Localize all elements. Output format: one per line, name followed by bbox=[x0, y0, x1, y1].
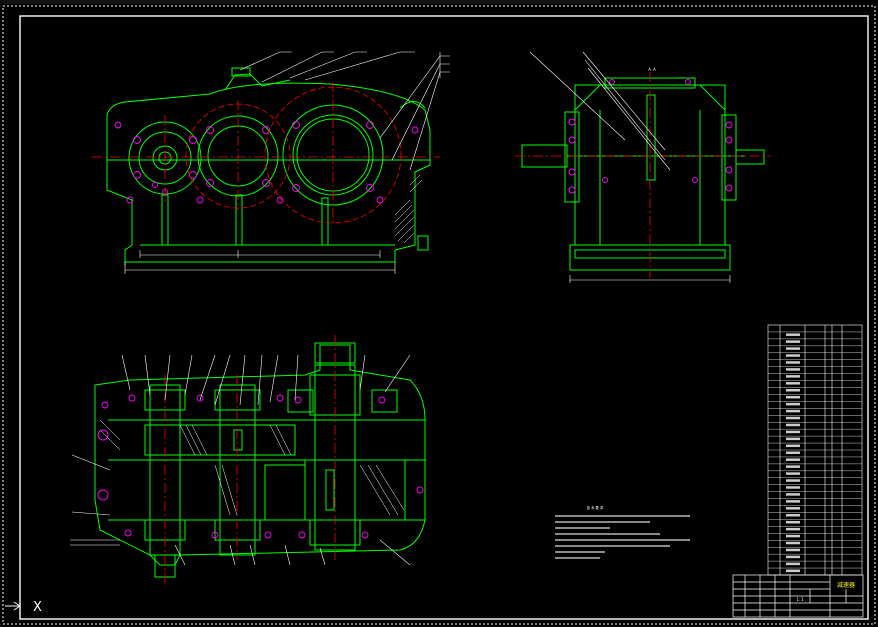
parts-list-cell-text bbox=[786, 541, 800, 545]
parts-list-cell-text bbox=[786, 389, 800, 392]
parts-list-cell-text bbox=[786, 395, 800, 399]
parts-list-cell-text bbox=[786, 409, 800, 413]
parts-list-cell-text bbox=[786, 493, 800, 496]
parts-list-cell-text bbox=[786, 347, 800, 350]
parts-list-cell-text bbox=[786, 437, 800, 441]
parts-list-cell-text bbox=[786, 458, 800, 461]
parts-list-cell-text bbox=[786, 465, 800, 468]
parts-list-cell-text bbox=[786, 472, 800, 475]
parts-list-cell-text bbox=[786, 500, 800, 503]
parts-list-cell-text bbox=[786, 555, 800, 559]
drawing-name: 减速器 bbox=[837, 581, 855, 589]
parts-list-cell-text bbox=[786, 444, 800, 448]
parts-list-cell-text bbox=[786, 479, 800, 482]
parts-list-cell-text bbox=[786, 340, 800, 343]
parts-list-cell-text bbox=[786, 375, 800, 378]
ucs-x-label: X bbox=[33, 600, 42, 615]
parts-list-cell-text bbox=[786, 423, 800, 427]
parts-list-cell-text bbox=[786, 333, 800, 336]
parts-list-cell-text bbox=[786, 486, 800, 489]
drawing-scale: 1:1 bbox=[796, 597, 804, 602]
parts-list-cell-text bbox=[786, 368, 800, 371]
parts-list-cell-text bbox=[786, 562, 800, 566]
parts-list-cell-text bbox=[786, 548, 800, 552]
parts-list-cell-text bbox=[786, 382, 800, 385]
tech-req-title: 技 术 要 求 bbox=[587, 505, 604, 510]
parts-list-cell-text bbox=[786, 514, 800, 517]
parts-list-cell-text bbox=[786, 361, 800, 364]
parts-list-cell-text bbox=[786, 354, 800, 357]
side-view-label: A-A bbox=[648, 67, 656, 72]
cad-drawing-canvas[interactable]: A-A 技 术 要 求 减速器 1:1 X bbox=[0, 0, 878, 627]
parts-list-cell-text bbox=[786, 520, 800, 524]
parts-list-cell-text bbox=[786, 402, 800, 406]
parts-list-cell-text bbox=[786, 416, 800, 420]
parts-list-cell-text bbox=[786, 507, 800, 510]
model-space-background bbox=[0, 0, 878, 627]
parts-list-cell-text bbox=[786, 534, 800, 538]
parts-list-cell-text bbox=[786, 527, 800, 531]
parts-list-cell-text bbox=[786, 430, 800, 434]
parts-list-cell-text bbox=[786, 451, 800, 454]
toolbar-strip bbox=[0, 0, 600, 4]
parts-list-cell-text bbox=[786, 569, 800, 573]
